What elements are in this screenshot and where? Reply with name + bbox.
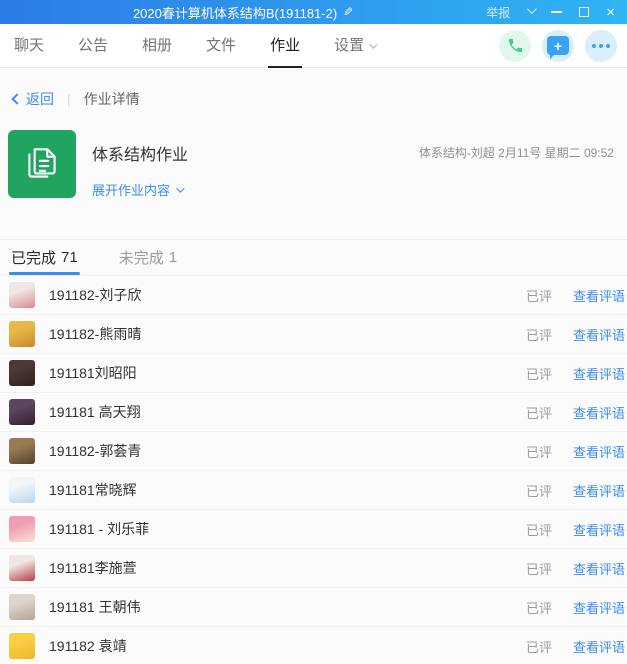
- table-row: 191182-刘子欣 已评 查看评语: [0, 276, 627, 315]
- breadcrumb: 返回 | 作业详情: [0, 88, 627, 110]
- status-badge: 已评: [525, 405, 552, 421]
- student-name: 191182-刘子欣: [49, 287, 142, 303]
- tab-albums[interactable]: 相册: [138, 24, 176, 68]
- homework-author: 体系结构-刘超: [418, 146, 495, 160]
- view-comment-link[interactable]: 查看评语: [573, 637, 625, 656]
- table-row: 191181 王朝伟 已评 查看评语: [0, 588, 627, 627]
- avatar: [9, 633, 35, 659]
- student-name: 191182 袁靖: [49, 638, 127, 654]
- call-button[interactable]: [499, 29, 531, 62]
- view-comment-link[interactable]: 查看评语: [573, 520, 625, 539]
- window-titlebar: 2020春计算机体系结构B(191181-2) ✎ 举报 ×: [0, 0, 627, 24]
- avatar: [9, 516, 35, 542]
- student-name: 191182-熊雨晴: [49, 326, 142, 342]
- student-name: 191181李施萱: [49, 560, 137, 576]
- homework-card: 体系结构作业 展开作业内容 体系结构-刘超 2月11号 星期二 09:52: [8, 130, 619, 199]
- completed-count: 71: [61, 249, 78, 266]
- phone-icon: [508, 38, 522, 53]
- maximize-button[interactable]: [579, 7, 590, 17]
- avatar: [9, 360, 35, 386]
- student-name: 191181 - 刘乐菲: [49, 521, 150, 537]
- view-comment-link[interactable]: 查看评语: [573, 442, 625, 461]
- avatar: [9, 594, 35, 620]
- tab-homework[interactable]: 作业: [266, 24, 304, 68]
- student-name: 191181刘昭阳: [49, 365, 137, 381]
- minimize-button[interactable]: [551, 11, 563, 13]
- student-name: 191181常晓辉: [49, 482, 137, 498]
- tab-completed[interactable]: 已完成 71: [9, 240, 80, 275]
- student-name: 191182-郭荟青: [49, 443, 142, 459]
- homework-title: 体系结构作业: [92, 147, 189, 164]
- titlebar-chevron-down-icon[interactable]: [527, 4, 538, 15]
- student-list: 191182-刘子欣 已评 查看评语 191182-熊雨晴 已评 查看评语 19…: [0, 276, 627, 664]
- table-row: 191181 高天翔 已评 查看评语: [0, 393, 627, 432]
- avatar: [9, 321, 35, 347]
- view-comment-link[interactable]: 查看评语: [573, 559, 625, 578]
- avatar: [9, 555, 35, 581]
- more-button[interactable]: [585, 29, 617, 62]
- status-badge: 已评: [525, 444, 552, 460]
- report-button[interactable]: 举报: [486, 4, 510, 21]
- expand-homework-button[interactable]: 展开作业内容: [92, 180, 188, 199]
- view-comment-link[interactable]: 查看评语: [573, 598, 625, 617]
- status-badge: 已评: [525, 366, 552, 382]
- student-name: 191181 王朝伟: [49, 599, 141, 615]
- back-button[interactable]: 返回: [11, 89, 54, 109]
- table-row: 191181 - 刘乐菲 已评 查看评语: [0, 510, 627, 549]
- expand-chevron-down-icon: [176, 183, 185, 193]
- status-badge: 已评: [525, 288, 552, 304]
- student-name: 191181 高天翔: [49, 404, 141, 420]
- table-row: 191182-熊雨晴 已评 查看评语: [0, 315, 627, 354]
- avatar: [9, 477, 35, 503]
- tab-settings[interactable]: 设置: [330, 24, 379, 68]
- view-comment-link[interactable]: 查看评语: [573, 364, 625, 383]
- homework-document-icon: [8, 130, 76, 198]
- table-row: 191181常晓辉 已评 查看评语: [0, 471, 627, 510]
- incomplete-count: 1: [168, 249, 178, 266]
- status-badge: 已评: [525, 561, 552, 577]
- homework-datetime: 2月11号 星期二 09:52: [498, 146, 614, 160]
- window-title: 2020春计算机体系结构B(191181-2): [132, 5, 338, 21]
- view-comment-link[interactable]: 查看评语: [573, 403, 625, 422]
- status-badge: 已评: [525, 522, 552, 538]
- view-comment-link[interactable]: 查看评语: [573, 286, 625, 305]
- status-badge: 已评: [525, 483, 552, 499]
- settings-chevron-down-icon: [369, 39, 378, 49]
- view-comment-link[interactable]: 查看评语: [573, 325, 625, 344]
- new-chat-button[interactable]: +: [542, 29, 574, 62]
- avatar: [9, 438, 35, 464]
- table-row: 191181李施萱 已评 查看评语: [0, 549, 627, 588]
- tab-chat[interactable]: 聊天: [10, 24, 48, 68]
- homework-meta: 体系结构-刘超 2月11号 星期二 09:52: [419, 144, 619, 161]
- more-icon: [592, 43, 610, 48]
- status-badge: 已评: [525, 639, 552, 655]
- chat-plus-icon: +: [547, 36, 569, 59]
- breadcrumb-divider: |: [67, 91, 71, 107]
- page-title: 作业详情: [83, 91, 140, 107]
- table-row: 191182-郭荟青 已评 查看评语: [0, 432, 627, 471]
- avatar: [9, 282, 35, 308]
- status-badge: 已评: [525, 600, 552, 616]
- window-title-wrap: 2020春计算机体系结构B(191181-2) ✎: [0, 3, 486, 22]
- navbar: 聊天 公告 相册 文件 作业 设置 +: [0, 24, 627, 68]
- view-comment-link[interactable]: 查看评语: [573, 481, 625, 500]
- tab-incomplete[interactable]: 未完成 1: [117, 240, 179, 275]
- table-row: 191181刘昭阳 已评 查看评语: [0, 354, 627, 393]
- chevron-left-icon: [11, 93, 23, 105]
- status-badge: 已评: [525, 327, 552, 343]
- edit-title-icon[interactable]: ✎: [343, 5, 353, 19]
- status-tabs: 已完成 71 未完成 1: [0, 239, 627, 276]
- tab-files[interactable]: 文件: [202, 24, 240, 68]
- close-button[interactable]: ×: [606, 5, 615, 20]
- avatar: [9, 399, 35, 425]
- tab-announcements[interactable]: 公告: [74, 24, 112, 68]
- table-row: 191182 袁靖 已评 查看评语: [0, 627, 627, 664]
